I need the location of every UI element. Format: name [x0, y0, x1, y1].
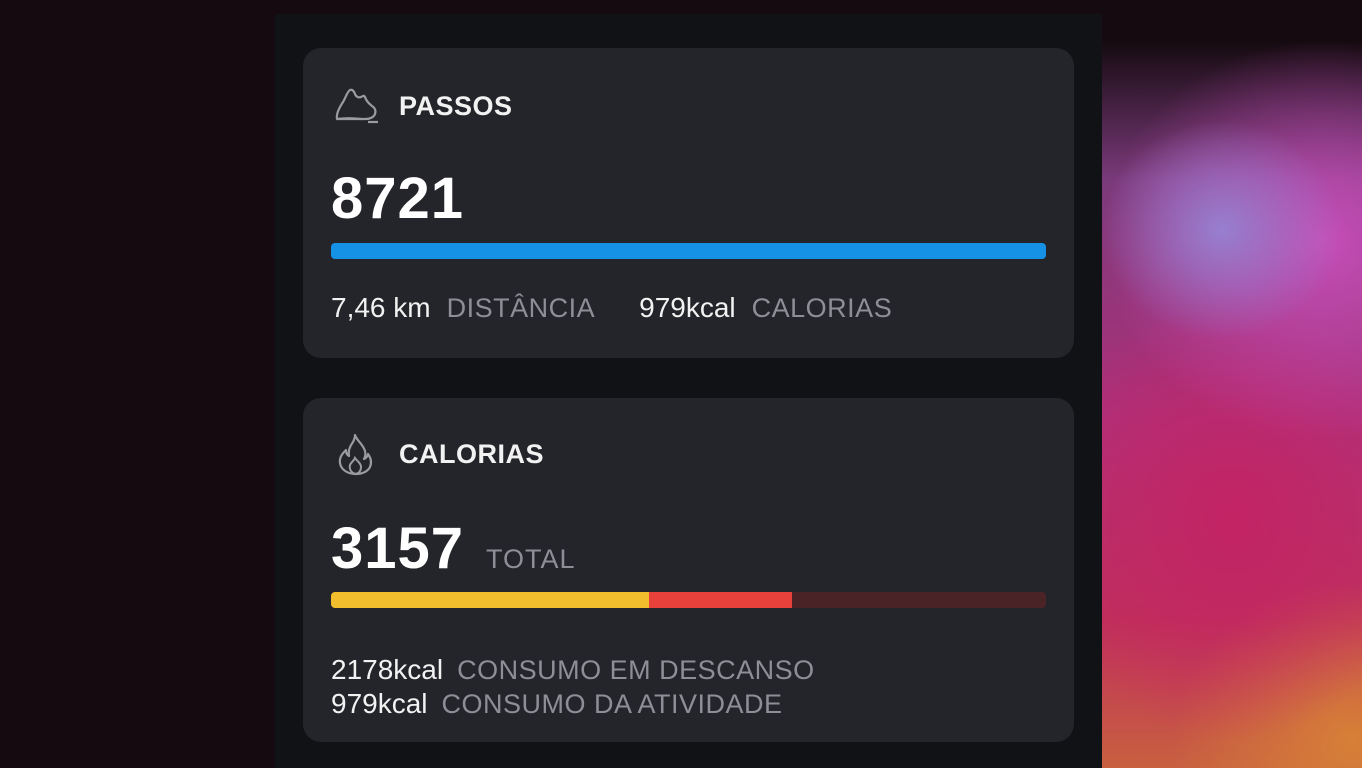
activity-consumption-label: CONSUMO DA ATIVIDADE: [441, 689, 783, 719]
activity-consumption-value: 979kcal: [331, 688, 428, 719]
calories-card[interactable]: CALORIAS 3157 TOTAL 2178kcal CONSUMO EM …: [303, 398, 1074, 742]
resting-consumption-value: 2178kcal: [331, 654, 444, 685]
distance-stat: 7,46 km DISTÂNCIA: [331, 292, 595, 324]
steps-title: PASSOS: [399, 90, 513, 121]
flame-icon: [333, 432, 381, 476]
distance-value: 7,46 km: [331, 292, 431, 323]
steps-count: 8721: [331, 166, 465, 231]
steps-card[interactable]: PASSOS 8721 7,46 km DISTÂNCIA 979kcal CA…: [303, 48, 1074, 358]
steps-progress-fill: [331, 243, 1046, 259]
calories-total-label: TOTAL: [486, 544, 576, 574]
calories-value: 979kcal: [639, 292, 736, 323]
steps-stats-row: 7,46 km DISTÂNCIA 979kcal CALORIAS: [331, 292, 892, 324]
resting-consumption-label: CONSUMO EM DESCANSO: [457, 655, 815, 685]
calories-total: 3157: [331, 516, 465, 581]
screen: PASSOS 8721 7,46 km DISTÂNCIA 979kcal CA…: [0, 0, 1362, 768]
calories-breakdown: 2178kcal CONSUMO EM DESCANSO 979kcal CON…: [331, 654, 815, 722]
resting-consumption-row: 2178kcal CONSUMO EM DESCANSO: [331, 654, 815, 688]
resting-calories-segment: [331, 592, 650, 608]
calories-label: CALORIAS: [751, 293, 893, 323]
activity-consumption-row: 979kcal CONSUMO DA ATIVIDADE: [331, 688, 815, 722]
shoe-icon: [333, 84, 381, 128]
calories-stat: 979kcal CALORIAS: [639, 292, 892, 324]
steps-value-row: 8721: [331, 166, 464, 232]
calories-title: CALORIAS: [399, 438, 544, 469]
steps-card-header: PASSOS: [333, 84, 513, 128]
calories-value-row: 3157 TOTAL: [331, 516, 576, 582]
activity-calories-segment: [649, 592, 793, 608]
wallpaper-background: [1102, 0, 1362, 768]
steps-progress-bar: [331, 243, 1046, 259]
app-screen: PASSOS 8721 7,46 km DISTÂNCIA 979kcal CA…: [275, 14, 1102, 768]
distance-label: DISTÂNCIA: [446, 293, 596, 323]
calories-progress-bar: [331, 592, 1046, 608]
calories-card-header: CALORIAS: [333, 432, 544, 476]
